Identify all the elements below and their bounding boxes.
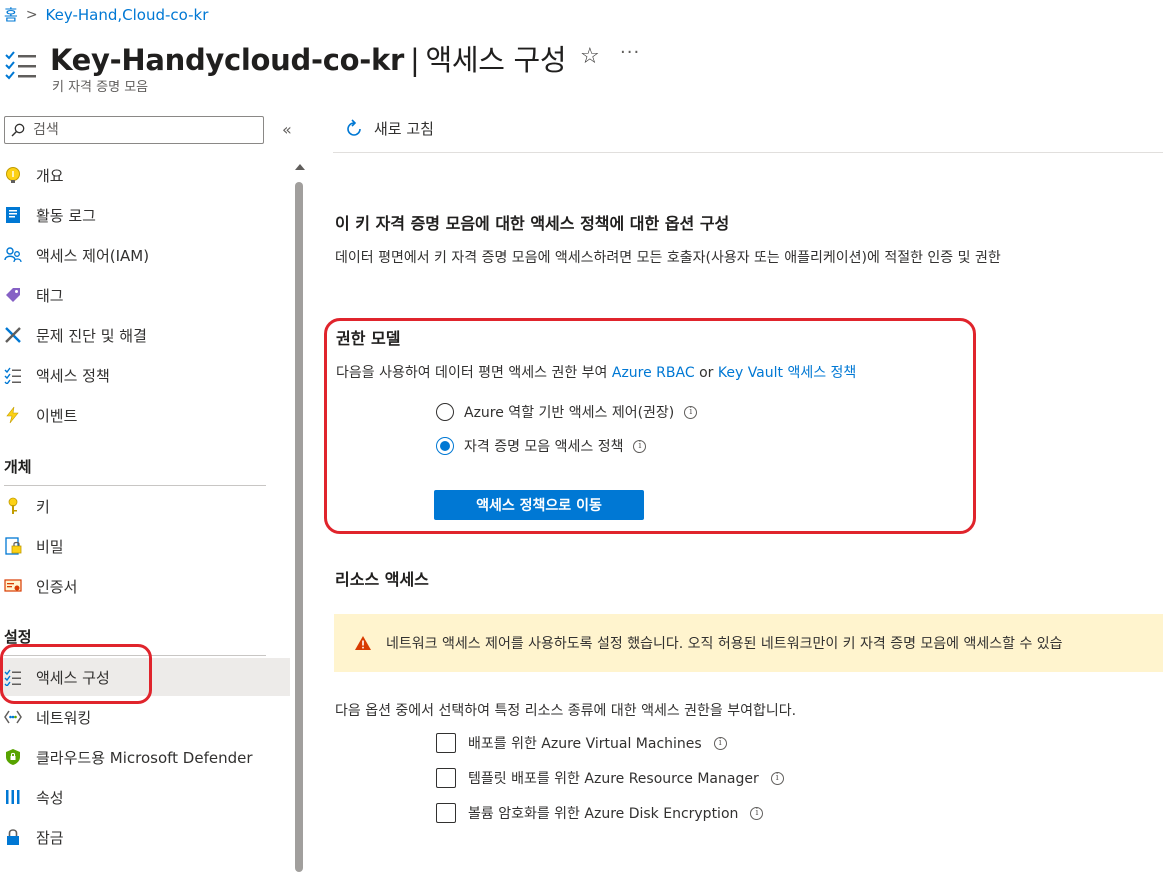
sidebar-item-keys[interactable]: 키: [0, 488, 290, 524]
sidebar-item-label: 클라우드용 Microsoft Defender: [36, 748, 253, 767]
secret-icon: [4, 537, 22, 555]
sidebar-item-label: 인증서: [36, 577, 78, 596]
sidebar-item-activity-log[interactable]: 활동 로그: [0, 197, 290, 233]
sidebar-item-defender[interactable]: 클라우드용 Microsoft Defender: [0, 739, 290, 775]
page-title: Key-Handycloud-co-kr | 액세스 구성: [50, 37, 567, 79]
sidebar-item-tags[interactable]: 태그: [0, 277, 290, 313]
resource-options-description: 다음 옵션 중에서 선택하여 특정 리소스 종류에 대한 액세스 권한을 부여합…: [335, 703, 797, 719]
page-title-resource: Key-Handycloud-co-kr: [50, 43, 404, 77]
warning-icon: [355, 636, 371, 650]
search-icon: [11, 123, 25, 137]
sidebar-item-label: 문제 진단 및 해결: [36, 326, 147, 345]
option-azure-resource-manager[interactable]: 템플릿 배포를 위한 Azure Resource Manager i: [436, 768, 784, 788]
breadcrumb: 홈 > Key-Hand,Cloud-co-kr: [4, 4, 208, 25]
sidebar-item-label: 비밀: [36, 537, 64, 556]
chevron-right-icon: >: [25, 6, 38, 23]
sidebar-item-label: 활동 로그: [36, 206, 96, 225]
access-config-icon: [5, 51, 36, 80]
activity-log-icon: [4, 206, 22, 224]
resource-access-title: 리소스 액세스: [335, 570, 429, 589]
refresh-label: 새로 고침: [374, 120, 434, 138]
azure-vm-label: 배포를 위한 Azure Virtual Machines: [468, 736, 702, 752]
search-input[interactable]: [31, 121, 235, 139]
sidebar-item-label: 키: [36, 497, 50, 516]
warning-text: 네트워크 액세스 제어를 사용하도록 설정 했습니다. 오직 허용된 네트워크만…: [386, 636, 1063, 652]
diagnose-icon: [4, 326, 22, 344]
iam-icon: [4, 246, 22, 264]
network-warning-banner: 네트워크 액세스 제어를 사용하도록 설정 했습니다. 오직 허용된 네트워크만…: [334, 614, 1163, 672]
sidebar-item-access-policy[interactable]: 액세스 정책: [0, 357, 290, 393]
breadcrumb-resource[interactable]: Key-Hand,Cloud-co-kr: [46, 6, 209, 24]
arm-label: 템플릿 배포를 위한 Azure Resource Manager: [468, 771, 759, 787]
tag-icon: [4, 286, 22, 304]
sidebar-item-label: 액세스 제어(IAM): [36, 246, 150, 265]
sidebar-item-events[interactable]: 이벤트: [0, 397, 290, 433]
collapse-sidebar-icon[interactable]: «: [282, 120, 292, 139]
sidebar-item-label: 개요: [36, 166, 64, 185]
sidebar-item-secrets[interactable]: 비밀: [0, 528, 290, 564]
sidebar-item-label: 이벤트: [36, 406, 78, 425]
info-icon[interactable]: i: [713, 736, 727, 750]
page-subtitle: 키 자격 증명 모음: [52, 80, 149, 95]
networking-icon: [4, 708, 22, 726]
lock-icon: [4, 828, 22, 846]
section-divider: [4, 485, 266, 486]
more-options-icon[interactable]: ···: [620, 42, 640, 63]
sidebar-item-label: 속성: [36, 788, 64, 807]
sidebar-item-overview[interactable]: 개요: [0, 157, 290, 193]
refresh-icon: [347, 118, 361, 136]
options-heading: 이 키 자격 증명 모음에 대한 액세스 정책에 대한 옵션 구성: [335, 214, 730, 233]
breadcrumb-home[interactable]: 홈: [4, 4, 18, 25]
sidebar-item-iam[interactable]: 액세스 제어(IAM): [0, 237, 290, 273]
scroll-up-icon[interactable]: [295, 164, 305, 170]
disk-encryption-checkbox[interactable]: [436, 803, 456, 823]
favorite-star-icon[interactable]: ☆: [580, 44, 600, 69]
certificate-icon: [4, 577, 22, 595]
sidebar-scrollbar[interactable]: [295, 182, 303, 872]
overview-icon: [4, 166, 22, 184]
toolbar-divider: [333, 152, 1163, 153]
highlight-annotation: [0, 644, 152, 704]
sidebar-item-locks[interactable]: 잠금: [0, 819, 290, 855]
sidebar-item-networking[interactable]: 네트워킹: [0, 699, 290, 735]
sidebar-item-label: 네트워킹: [36, 708, 92, 727]
highlight-annotation: [324, 318, 976, 534]
refresh-button[interactable]: 새로 고침: [344, 118, 434, 139]
azure-vm-checkbox[interactable]: [436, 733, 456, 753]
page-title-section: 액세스 구성: [425, 43, 567, 77]
sidebar-item-diagnose[interactable]: 문제 진단 및 해결: [0, 317, 290, 353]
sidebar-item-label: 액세스 정책: [36, 366, 110, 385]
option-azure-vm[interactable]: 배포를 위한 Azure Virtual Machines i: [436, 733, 727, 753]
options-description: 데이터 평면에서 키 자격 증명 모음에 액세스하려면 모든 호출자(사용자 또…: [335, 250, 1001, 266]
defender-icon: [4, 748, 22, 766]
sidebar-item-label: 잠금: [36, 828, 64, 847]
key-icon: [4, 497, 22, 515]
info-icon[interactable]: i: [750, 806, 764, 820]
disk-encryption-label: 볼륨 암호화를 위한 Azure Disk Encryption: [468, 806, 739, 822]
option-azure-disk-encryption[interactable]: 볼륨 암호화를 위한 Azure Disk Encryption i: [436, 803, 764, 823]
sidebar-item-label: 태그: [36, 286, 64, 305]
access-policy-icon: [4, 366, 22, 384]
search-box[interactable]: [4, 116, 264, 144]
sidebar-item-certificates[interactable]: 인증서: [0, 568, 290, 604]
sidebar-section-objects: 개체: [4, 458, 32, 476]
arm-checkbox[interactable]: [436, 768, 456, 788]
sidebar-item-properties[interactable]: 속성: [0, 779, 290, 815]
events-icon: [4, 406, 22, 424]
title-separator: |: [409, 43, 420, 77]
info-icon[interactable]: i: [770, 771, 784, 785]
properties-icon: [4, 788, 22, 806]
